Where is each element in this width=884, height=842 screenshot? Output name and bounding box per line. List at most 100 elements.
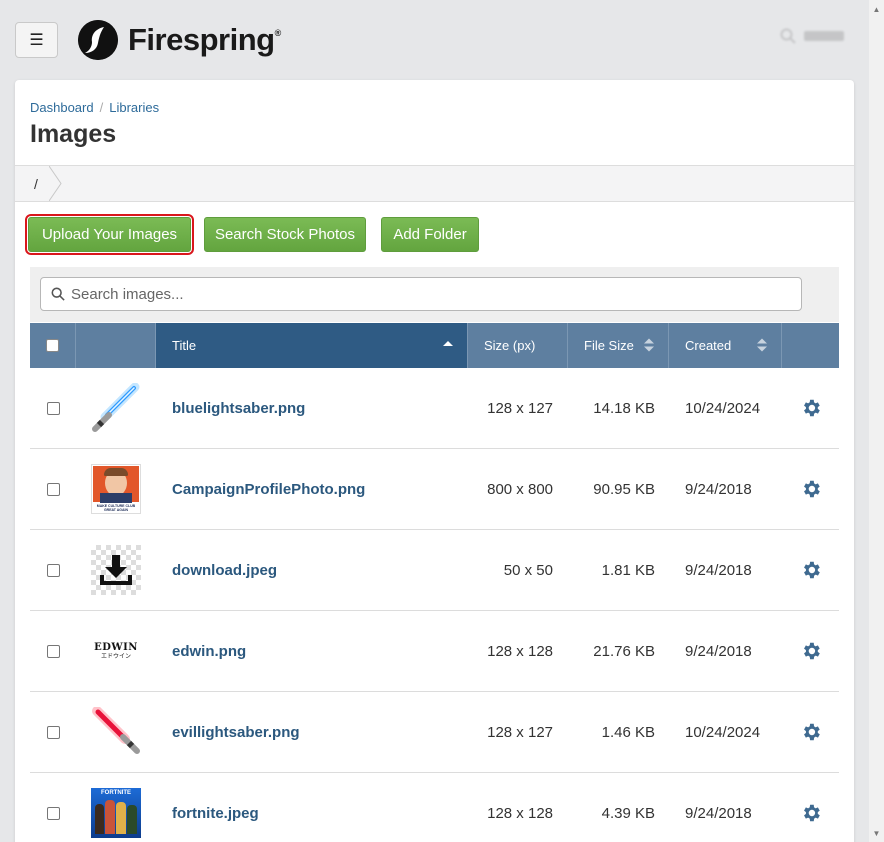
gear-icon[interactable] xyxy=(800,640,822,662)
images-card: Dashboard / Libraries Images / Upload Your… xyxy=(15,80,854,842)
edwin-logo-text: EDWIN xyxy=(94,641,138,653)
row-checkbox[interactable] xyxy=(46,644,60,658)
download-icon xyxy=(100,555,132,585)
breadcrumb: Dashboard / Libraries xyxy=(30,100,159,115)
red-lightsaber-thumbnail[interactable] xyxy=(91,707,141,757)
row-select[interactable] xyxy=(30,611,76,691)
title-cell: evillightsaber.png xyxy=(156,692,468,772)
image-title-link[interactable]: download.jpeg xyxy=(172,562,277,579)
gear-icon[interactable] xyxy=(800,478,822,500)
row-settings[interactable] xyxy=(782,773,839,842)
table-row: evillightsaber.png 128 x 127 1.46 KB 10/… xyxy=(30,692,839,773)
size-cell: 128 x 127 xyxy=(487,399,553,417)
search-stock-photos-button[interactable]: Search Stock Photos xyxy=(204,217,366,252)
logo-mark-icon xyxy=(78,20,118,60)
edwin-logo-thumbnail[interactable]: EDWIN エドウイン xyxy=(91,626,141,676)
scroll-down-icon[interactable]: ▼ xyxy=(869,826,884,840)
size-cell: 800 x 800 xyxy=(487,480,553,498)
campaign-photo-caption: MAKE CULTURE CLUB GREAT AGAIN xyxy=(96,504,136,512)
thumbnail-cell xyxy=(76,692,156,772)
add-folder-button[interactable]: Add Folder xyxy=(381,217,479,252)
sort-asc-icon xyxy=(443,341,453,346)
table-row: bluelightsaber.png 128 x 127 14.18 KB 10… xyxy=(30,368,839,449)
thumbnail-cell: MAKE CULTURE CLUB GREAT AGAIN xyxy=(76,449,156,529)
breadcrumb-separator: / xyxy=(99,100,104,115)
header-file-size-label: File Size xyxy=(584,338,634,353)
breadcrumb-libraries[interactable]: Libraries xyxy=(109,100,159,115)
row-checkbox[interactable] xyxy=(46,806,60,820)
scroll-up-icon[interactable]: ▲ xyxy=(869,2,884,16)
file-size-cell: 1.46 KB xyxy=(601,723,655,741)
images-table: Title Size (px) File Size Created blueli… xyxy=(30,323,839,842)
row-checkbox[interactable] xyxy=(46,482,60,496)
gear-icon[interactable] xyxy=(800,559,822,581)
created-cell: 9/24/2018 xyxy=(685,804,752,822)
row-checkbox[interactable] xyxy=(46,725,60,739)
title-cell: download.jpeg xyxy=(156,530,468,610)
size-cell: 128 x 127 xyxy=(487,723,553,741)
search-field[interactable] xyxy=(40,277,802,311)
header-select-all[interactable] xyxy=(30,323,76,368)
file-size-cell: 21.76 KB xyxy=(593,642,655,660)
header-title[interactable]: Title xyxy=(156,323,468,368)
title-cell: edwin.png xyxy=(156,611,468,691)
thumbnail-cell xyxy=(76,368,156,448)
header-size-label: Size (px) xyxy=(484,338,536,353)
image-title-link[interactable]: edwin.png xyxy=(172,643,246,660)
row-checkbox[interactable] xyxy=(46,563,60,577)
logo-text: Firespring® xyxy=(128,22,281,57)
header-created-label: Created xyxy=(685,338,732,353)
table-row: EDWIN エドウイン edwin.png 128 x 128 21.76 KB… xyxy=(30,611,839,692)
thumbnail-cell: FORTNITE xyxy=(76,773,156,842)
row-select[interactable] xyxy=(30,692,76,772)
blue-lightsaber-thumbnail[interactable] xyxy=(91,383,141,433)
file-size-cell: 90.95 KB xyxy=(593,480,655,498)
download-icon-thumbnail[interactable] xyxy=(91,545,141,595)
header-title-label: Title xyxy=(172,338,197,353)
fortnite-thumbnail[interactable]: FORTNITE xyxy=(91,788,141,838)
gear-icon[interactable] xyxy=(800,802,822,824)
select-all-checkbox[interactable] xyxy=(46,339,59,352)
fortnite-logo-text: FORTNITE xyxy=(101,790,131,796)
thumbnail-cell xyxy=(76,530,156,610)
row-select[interactable] xyxy=(30,368,76,448)
hamburger-icon: ☰ xyxy=(29,32,44,49)
image-title-link[interactable]: bluelightsaber.png xyxy=(172,400,305,417)
row-settings[interactable] xyxy=(782,449,839,529)
image-title-link[interactable]: CampaignProfilePhoto.png xyxy=(172,481,365,498)
sort-icon xyxy=(757,338,767,352)
header-file-size[interactable]: File Size xyxy=(568,323,669,368)
menu-button[interactable]: ☰ xyxy=(15,22,58,58)
folder-path-bar: / xyxy=(15,165,854,202)
upload-images-button[interactable]: Upload Your Images xyxy=(25,214,194,255)
row-select[interactable] xyxy=(30,449,76,529)
firespring-logo[interactable]: Firespring® xyxy=(78,20,281,60)
row-settings[interactable] xyxy=(782,530,839,610)
image-title-link[interactable]: fortnite.jpeg xyxy=(172,805,259,822)
header-search[interactable] xyxy=(780,28,844,44)
created-cell: 9/24/2018 xyxy=(685,642,752,660)
size-cell: 50 x 50 xyxy=(503,561,553,579)
row-settings[interactable] xyxy=(782,368,839,448)
row-settings[interactable] xyxy=(782,611,839,691)
row-settings[interactable] xyxy=(782,692,839,772)
created-cell: 10/24/2024 xyxy=(685,399,761,417)
search-input[interactable] xyxy=(71,285,751,303)
file-size-cell: 14.18 KB xyxy=(593,399,655,417)
page-title: Images xyxy=(30,120,117,148)
sort-icon xyxy=(644,338,654,352)
image-title-link[interactable]: evillightsaber.png xyxy=(172,724,300,741)
row-select[interactable] xyxy=(30,530,76,610)
gear-icon[interactable] xyxy=(800,721,822,743)
search-icon xyxy=(51,287,65,301)
breadcrumb-dashboard[interactable]: Dashboard xyxy=(30,100,94,115)
header-created[interactable]: Created xyxy=(669,323,782,368)
thumbnail-cell: EDWIN エドウイン xyxy=(76,611,156,691)
created-cell: 9/24/2018 xyxy=(685,480,752,498)
header-size: Size (px) xyxy=(468,323,568,368)
gear-icon[interactable] xyxy=(800,397,822,419)
campaign-photo-thumbnail[interactable]: MAKE CULTURE CLUB GREAT AGAIN xyxy=(91,464,141,514)
row-select[interactable] xyxy=(30,773,76,842)
page-scrollbar[interactable]: ▲ ▼ xyxy=(869,0,884,842)
row-checkbox[interactable] xyxy=(46,401,60,415)
